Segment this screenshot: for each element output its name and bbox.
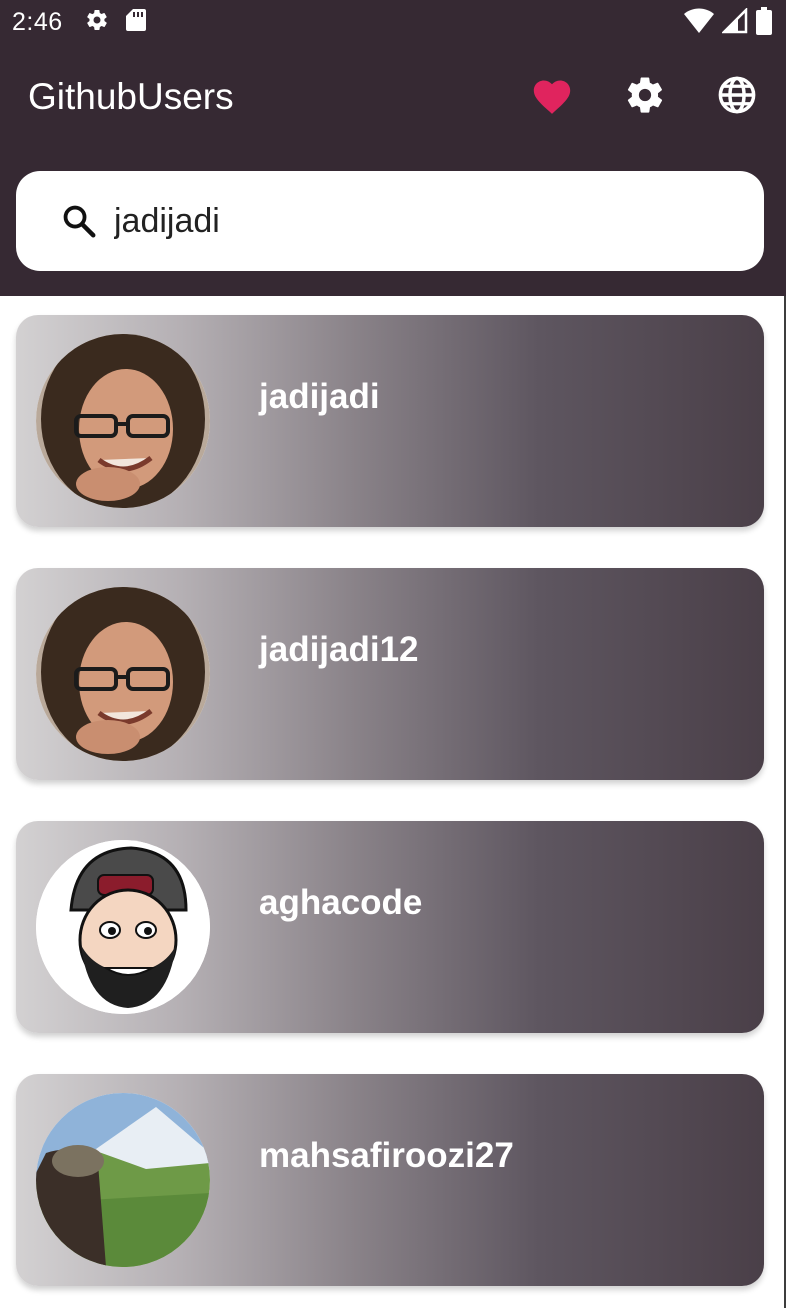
favorites-button[interactable] xyxy=(525,70,579,124)
avatar xyxy=(36,1093,210,1267)
username: jadijadi xyxy=(259,377,380,416)
app-bar: GithubUsers xyxy=(0,44,786,296)
app-title: GithubUsers xyxy=(28,76,234,117)
user-card[interactable]: mahsafiroozi27 xyxy=(16,1074,764,1286)
signal-icon xyxy=(720,6,748,38)
language-button[interactable] xyxy=(710,70,764,124)
user-card[interactable]: jadijadi xyxy=(16,315,764,527)
battery-icon xyxy=(756,7,772,39)
settings-button[interactable] xyxy=(618,70,672,124)
wifi-icon xyxy=(684,8,714,38)
status-bar: 2:46 xyxy=(0,0,786,44)
gear-icon xyxy=(85,8,109,36)
status-time: 2:46 xyxy=(12,7,63,36)
avatar xyxy=(36,334,210,508)
gear-icon xyxy=(624,74,666,120)
username: jadijadi12 xyxy=(259,630,419,669)
avatar xyxy=(36,587,210,761)
user-card[interactable]: aghacode xyxy=(16,821,764,1033)
search-input[interactable] xyxy=(114,195,714,247)
screen: 2:46 GithubUsers jadijadi jadijadi jadij… xyxy=(0,0,786,1308)
search-icon xyxy=(60,202,98,244)
avatar xyxy=(36,840,210,1014)
username: aghacode xyxy=(259,883,423,922)
sd-card-icon xyxy=(125,8,147,36)
search-box[interactable] xyxy=(16,171,764,271)
username: mahsafiroozi27 xyxy=(259,1136,514,1175)
heart-icon xyxy=(530,75,574,119)
globe-icon xyxy=(716,74,758,120)
user-card[interactable]: jadijadi12 xyxy=(16,568,764,780)
